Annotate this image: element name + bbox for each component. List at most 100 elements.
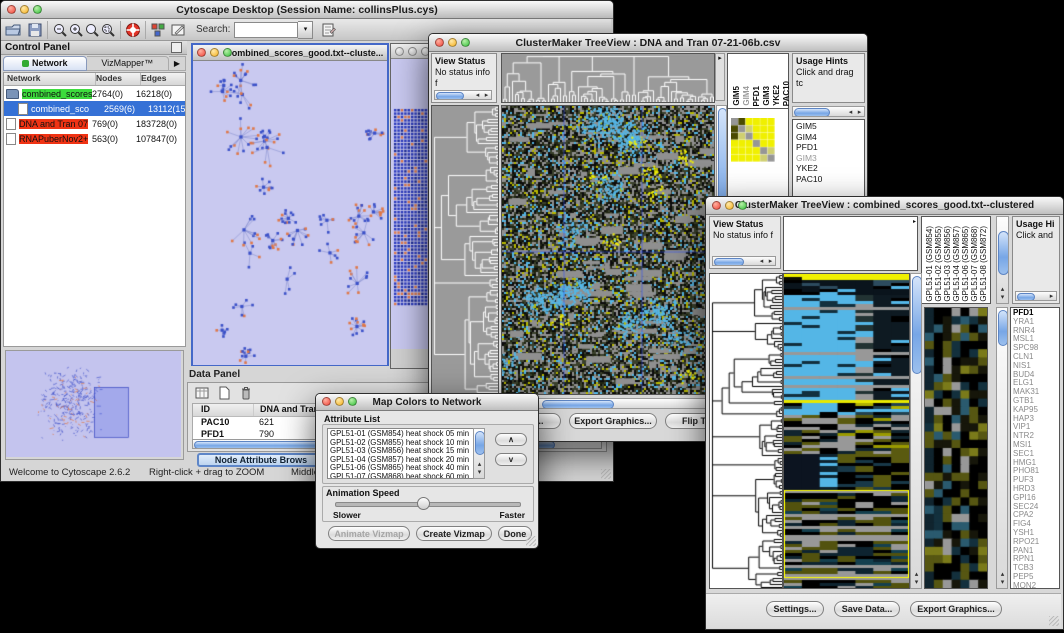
attribute-item[interactable]: GPL51-07 (GSM868) heat shock 60 min bbox=[330, 473, 484, 480]
search-label: Search: bbox=[196, 24, 230, 35]
network-row[interactable]: combined_scores 2764(0) 16218(0) bbox=[4, 86, 185, 101]
move-down-button[interactable]: v bbox=[495, 453, 527, 466]
close-icon[interactable] bbox=[7, 5, 16, 14]
network-canvas-1[interactable] bbox=[193, 61, 387, 365]
new-attribute-icon[interactable] bbox=[216, 385, 232, 401]
tab-vizmapper[interactable]: VizMapper™ bbox=[87, 56, 170, 71]
tv2-status-scrollbar[interactable]: ◂▸ bbox=[712, 256, 776, 266]
vizmapper-icon[interactable] bbox=[150, 22, 166, 38]
tv1-mini-arrows[interactable]: ▸ bbox=[715, 53, 725, 101]
resize-grip[interactable] bbox=[601, 469, 611, 479]
tv1-row-label[interactable]: PFD1 bbox=[796, 142, 864, 153]
tv1-row-label[interactable]: GIM5 bbox=[796, 121, 864, 132]
tv2-export-graphics-button[interactable]: Export Graphics... bbox=[910, 601, 1002, 617]
window-controls[interactable] bbox=[7, 5, 42, 14]
dialog-list-scrollbar[interactable]: ▴▾ bbox=[473, 428, 485, 479]
tv1-heatmap[interactable] bbox=[501, 105, 715, 395]
treeview1-titlebar[interactable]: ClusterMaker TreeView : DNA and Tran 07-… bbox=[429, 34, 867, 52]
tv1-row-label[interactable]: YKE2 bbox=[796, 163, 864, 174]
overview-canvas[interactable] bbox=[6, 351, 181, 457]
zoom-window-icon[interactable] bbox=[223, 48, 232, 57]
minimize-icon[interactable] bbox=[335, 397, 344, 406]
move-up-button[interactable]: ∧ bbox=[495, 433, 527, 446]
tv2-mini-arrow[interactable]: ▸ bbox=[913, 218, 916, 225]
tv2-settings-button[interactable]: Settings... bbox=[766, 601, 824, 617]
main-titlebar[interactable]: Cytoscape Desktop (Session Name: collins… bbox=[1, 1, 613, 19]
open-file-icon[interactable] bbox=[5, 22, 21, 38]
tv1-row-labels[interactable]: GIM5GIM4PFD1GIM3YKE2PAC10 bbox=[792, 119, 865, 203]
faster-label: Faster bbox=[499, 510, 525, 520]
zoom-window-icon[interactable] bbox=[461, 38, 470, 47]
tv2-gene-list[interactable]: PFD1YRA1RNR4MSL1SPC98CLN1NIS1BUD4ELG1MAK… bbox=[1010, 307, 1060, 589]
tv2-vscrollbar[interactable]: ▴▾ bbox=[910, 273, 922, 589]
zoom-window-icon[interactable] bbox=[738, 201, 747, 210]
tab-network[interactable]: Network bbox=[3, 56, 87, 71]
zoom-in-icon[interactable] bbox=[68, 22, 84, 38]
tv1-status-scrollbar[interactable]: ◂▸ bbox=[434, 90, 492, 100]
tv2-gene-scrollbar[interactable]: ▴▾ bbox=[996, 307, 1008, 589]
resize-grip[interactable] bbox=[526, 536, 536, 546]
view-status-title: View Status bbox=[713, 219, 763, 229]
zoom-window-icon[interactable] bbox=[348, 397, 357, 406]
attribute-select-icon[interactable] bbox=[194, 385, 210, 401]
create-vizmap-button[interactable]: Create Vizmap bbox=[416, 526, 492, 541]
float-panel-icon[interactable] bbox=[171, 42, 182, 53]
tv2-button-bar: Settings... Save Data... Export Graphics… bbox=[706, 593, 1061, 628]
close-icon[interactable] bbox=[322, 397, 331, 406]
minimize-icon[interactable] bbox=[210, 48, 219, 57]
slower-label: Slower bbox=[333, 510, 361, 520]
minimize-icon[interactable] bbox=[448, 38, 457, 47]
tv2-zoom-heatmap[interactable] bbox=[924, 307, 988, 589]
network-row[interactable]: DNA and Tran 07 769(0) 183728(0) bbox=[4, 116, 185, 131]
save-session-icon[interactable] bbox=[27, 22, 43, 38]
tv1-export-graphics-button[interactable]: Export Graphics... bbox=[569, 413, 657, 429]
network-row[interactable]: RNAPuberNov2+ 563(0) 107847(0) bbox=[4, 131, 185, 146]
tv2-heatmap[interactable] bbox=[783, 273, 910, 589]
annotation-icon[interactable] bbox=[170, 22, 186, 38]
tv1-row-label[interactable]: GIM3 bbox=[796, 153, 864, 164]
tv1-row-label[interactable]: GIM4 bbox=[796, 132, 864, 143]
status-hint-zoom: Right-click + drag to ZOOM bbox=[149, 467, 264, 478]
network-list[interactable]: Network Nodes Edges combined_scores 2764… bbox=[3, 72, 186, 347]
zoom-out-icon[interactable] bbox=[52, 22, 68, 38]
close-icon[interactable] bbox=[395, 47, 404, 56]
help-lifesaver-icon[interactable] bbox=[125, 22, 141, 38]
tv1-row-dendrogram[interactable] bbox=[431, 105, 499, 395]
control-panel-tabs: Network VizMapper™ ▶ bbox=[3, 57, 186, 71]
resize-grip[interactable] bbox=[1049, 616, 1059, 626]
tv1-row-label[interactable]: PAC10 bbox=[796, 174, 864, 185]
speed-slider-thumb[interactable] bbox=[417, 497, 430, 510]
search-dropdown-icon[interactable]: ▾ bbox=[298, 21, 313, 39]
search-input[interactable] bbox=[234, 22, 298, 38]
minimize-icon[interactable] bbox=[408, 47, 417, 56]
dialog-attribute-list[interactable]: GPL51-01 (GSM854) heat shock 05 minGPL51… bbox=[327, 428, 485, 479]
tv2-hints-scrollbar[interactable]: ▸ bbox=[1015, 291, 1057, 301]
attribute-browser-icon[interactable] bbox=[321, 22, 337, 38]
zoom-window-icon[interactable] bbox=[33, 5, 42, 14]
zoom-fit-icon[interactable] bbox=[100, 22, 116, 38]
network-overview[interactable] bbox=[5, 350, 184, 460]
tv2-save-data-button[interactable]: Save Data... bbox=[834, 601, 900, 617]
network-window-1[interactable]: combined_scores_good.txt--cluste... bbox=[191, 43, 389, 366]
gene-label[interactable]: MON2 bbox=[1013, 582, 1059, 589]
tv2-top-vscrollbar[interactable]: ▴▾ bbox=[996, 216, 1009, 304]
tv1-similarity-matrix[interactable] bbox=[731, 118, 775, 162]
zoom-selected-icon[interactable] bbox=[84, 22, 100, 38]
network-view-title: combined_scores_good.txt--cluste... bbox=[227, 48, 384, 58]
close-icon[interactable] bbox=[712, 201, 721, 210]
minimize-icon[interactable] bbox=[725, 201, 734, 210]
delete-attribute-icon[interactable] bbox=[238, 385, 254, 401]
tv2-col-label: GPL51-08 (GSM872) bbox=[979, 226, 988, 302]
minimize-icon[interactable] bbox=[20, 5, 29, 14]
tv1-hints-scrollbar[interactable]: ◂▸ bbox=[792, 106, 865, 117]
tv1-col-label: PAC10 bbox=[782, 81, 791, 106]
dialog-titlebar[interactable]: Map Colors to Network bbox=[316, 394, 538, 411]
close-icon[interactable] bbox=[435, 38, 444, 47]
treeview2-titlebar[interactable]: ClusterMaker TreeView : combined_scores_… bbox=[706, 197, 1063, 215]
usage-hints-text: Click and drag tc bbox=[796, 67, 854, 88]
tv2-row-dendrogram[interactable] bbox=[709, 273, 783, 589]
close-icon[interactable] bbox=[197, 48, 206, 57]
network-row[interactable]: combined_sco 2569(6) 13112(15) bbox=[4, 101, 185, 116]
tv1-column-dendrogram[interactable] bbox=[501, 53, 715, 103]
tab-overflow-icon[interactable]: ▶ bbox=[169, 56, 186, 71]
